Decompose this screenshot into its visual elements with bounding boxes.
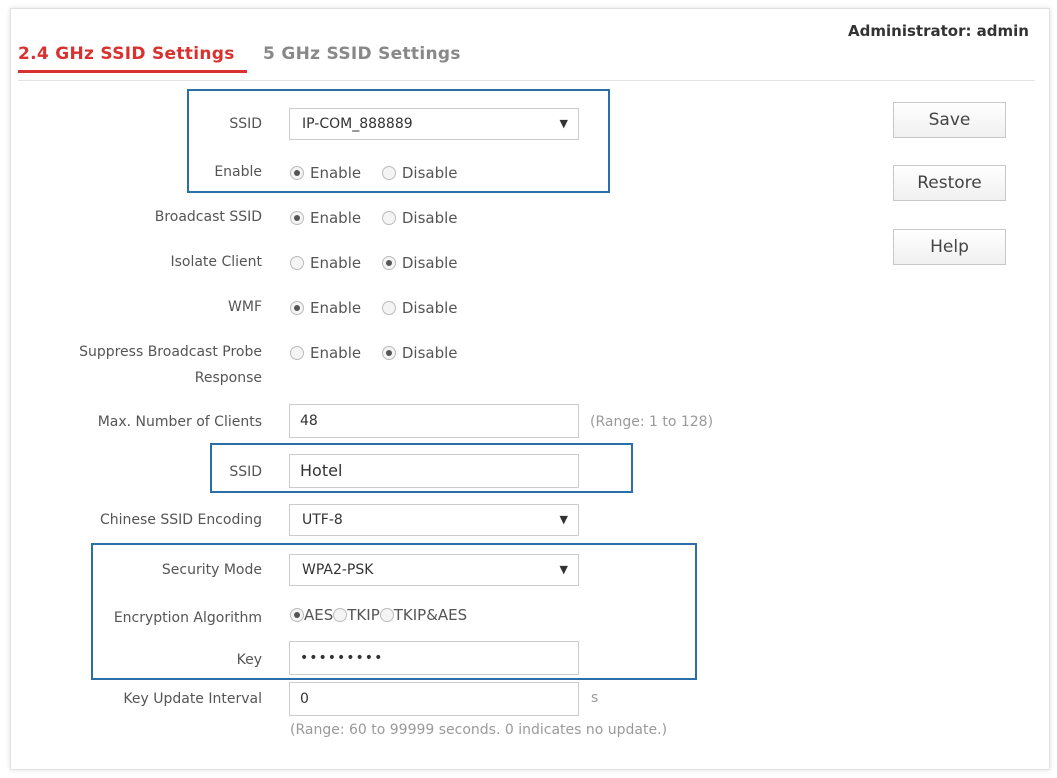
max-clients-hint: (Range: 1 to 128) bbox=[590, 414, 714, 430]
isolate-client-radio-enable[interactable]: Enable bbox=[290, 250, 361, 276]
key-update-unit: s bbox=[591, 690, 599, 706]
radio-checked-icon bbox=[290, 608, 304, 622]
active-tab-underline bbox=[18, 70, 247, 73]
wmf-radio-disable[interactable]: Disable bbox=[381, 295, 458, 321]
encryption-label: Encryption Algorithm bbox=[113, 610, 262, 626]
encryption-radio-tkip-aes[interactable]: TKIP&AES bbox=[379, 602, 467, 628]
radio-unchecked-icon bbox=[333, 608, 348, 622]
radio-checked-icon bbox=[381, 346, 396, 360]
radio-unchecked-icon bbox=[381, 301, 396, 315]
enable-radio-disable[interactable]: Disable bbox=[381, 160, 458, 186]
broadcast-ssid-radio-group: Enable Disable bbox=[290, 205, 474, 231]
ssid-select-label: SSID bbox=[229, 116, 262, 132]
max-clients-label: Max. Number of Clients bbox=[97, 414, 262, 430]
security-mode-label: Security Mode bbox=[161, 562, 262, 578]
encryption-radio-group: AES TKIP TKIP&AES bbox=[290, 602, 467, 628]
suppress-probe-radio-enable[interactable]: Enable bbox=[290, 340, 361, 366]
isolate-client-radio-group: Enable Disable bbox=[290, 250, 474, 276]
broadcast-ssid-label: Broadcast SSID bbox=[154, 209, 262, 225]
enable-radio-group: Enable Disable bbox=[290, 160, 474, 186]
ssid-name-input[interactable]: Hotel bbox=[289, 454, 579, 488]
key-update-hint: (Range: 60 to 99999 seconds. 0 indicates… bbox=[290, 722, 668, 738]
radio-unchecked-icon bbox=[290, 346, 304, 360]
encryption-radio-aes[interactable]: AES bbox=[290, 602, 333, 628]
tab-2-4ghz-ssid-settings[interactable]: 2.4 GHz SSID Settings bbox=[18, 44, 235, 64]
admin-label: Administrator: admin bbox=[848, 22, 1029, 40]
broadcast-ssid-radio-enable[interactable]: Enable bbox=[290, 205, 361, 231]
radio-unchecked-icon bbox=[379, 608, 394, 622]
chevron-down-icon: ▼ bbox=[559, 117, 568, 130]
radio-checked-icon bbox=[381, 256, 396, 270]
restore-button[interactable]: Restore bbox=[893, 165, 1006, 201]
wmf-radio-group: Enable Disable bbox=[290, 295, 474, 321]
ssid-select[interactable]: IP-COM_888889 ▼ bbox=[289, 108, 579, 140]
suppress-probe-radio-group: Enable Disable bbox=[290, 340, 474, 366]
radio-unchecked-icon bbox=[290, 256, 304, 270]
ssid-select-value: IP-COM_888889 bbox=[302, 116, 413, 132]
radio-checked-icon bbox=[290, 166, 304, 180]
chinese-encoding-select[interactable]: UTF-8 ▼ bbox=[289, 504, 579, 536]
isolate-client-label: Isolate Client bbox=[170, 254, 262, 270]
chinese-encoding-value: UTF-8 bbox=[302, 512, 343, 528]
enable-radio-enable[interactable]: Enable bbox=[290, 160, 361, 186]
suppress-probe-label-line1: Suppress Broadcast Probe bbox=[79, 344, 262, 360]
key-update-label: Key Update Interval bbox=[123, 691, 262, 707]
key-label: Key bbox=[236, 652, 262, 668]
radio-checked-icon bbox=[290, 211, 304, 225]
suppress-probe-label-line2: Response bbox=[194, 370, 262, 386]
wmf-label: WMF bbox=[228, 299, 262, 315]
security-mode-select[interactable]: WPA2-PSK ▼ bbox=[289, 554, 579, 586]
chinese-encoding-label: Chinese SSID Encoding bbox=[99, 512, 262, 528]
security-mode-value: WPA2-PSK bbox=[302, 562, 374, 578]
wmf-radio-enable[interactable]: Enable bbox=[290, 295, 361, 321]
isolate-client-radio-disable[interactable]: Disable bbox=[381, 250, 458, 276]
help-button[interactable]: Help bbox=[893, 229, 1006, 265]
radio-unchecked-icon bbox=[381, 211, 396, 225]
broadcast-ssid-radio-disable[interactable]: Disable bbox=[381, 205, 458, 231]
tab-divider bbox=[18, 80, 1035, 81]
key-update-input[interactable]: 0 bbox=[289, 682, 579, 716]
enable-label: Enable bbox=[214, 164, 262, 180]
save-button[interactable]: Save bbox=[893, 102, 1006, 138]
encryption-radio-tkip[interactable]: TKIP bbox=[333, 602, 380, 628]
ssid-name-label: SSID bbox=[229, 464, 262, 480]
chevron-down-icon: ▼ bbox=[559, 513, 568, 526]
key-input[interactable]: ••••••••• bbox=[289, 641, 579, 675]
chevron-down-icon: ▼ bbox=[559, 563, 568, 576]
radio-checked-icon bbox=[290, 301, 304, 315]
tab-5ghz-ssid-settings[interactable]: 5 GHz SSID Settings bbox=[263, 44, 461, 64]
radio-unchecked-icon bbox=[381, 166, 396, 180]
suppress-probe-radio-disable[interactable]: Disable bbox=[381, 340, 458, 366]
max-clients-input[interactable]: 48 bbox=[289, 404, 579, 438]
